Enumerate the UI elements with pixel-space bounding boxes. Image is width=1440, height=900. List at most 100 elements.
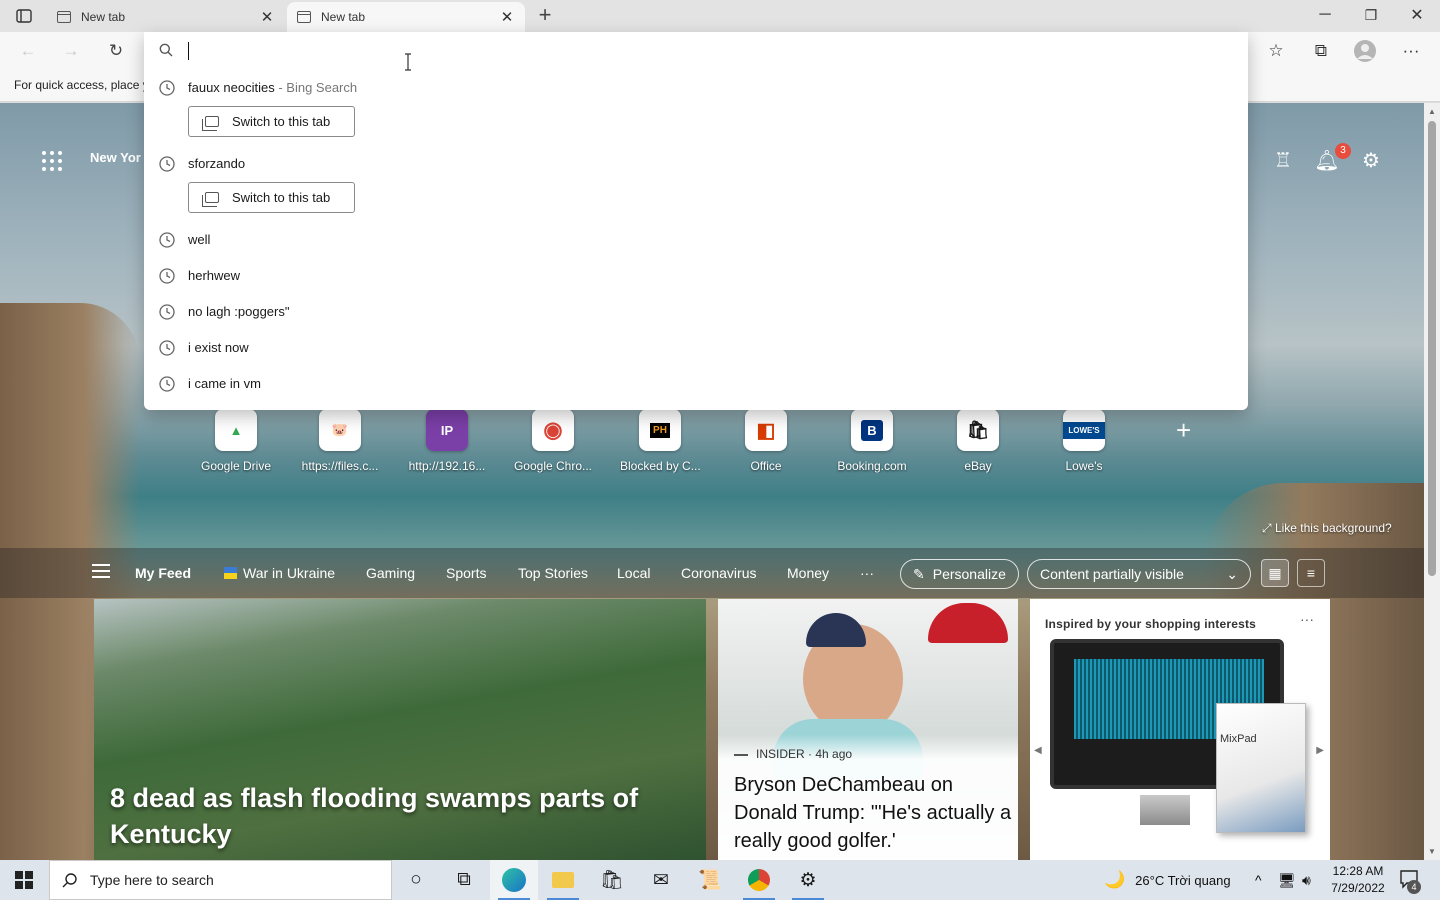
favorites-button[interactable]: ☆ [1263,39,1289,63]
tab-new-tab-1[interactable]: New tab ✕ [47,2,285,32]
tray-overflow-icon[interactable]: ^ [1255,860,1262,900]
rewards-icon[interactable]: ♖ [1270,147,1296,173]
scroll-down-icon[interactable]: ▼ [1428,847,1436,856]
tab-strip: New tab ✕ New tab ✕ + ─ ❐ ✕ [0,0,1440,32]
mail-icon[interactable]: ✉ [637,860,685,900]
quick-link-label: eBay [964,459,992,473]
carousel-next-icon[interactable]: ▶ [1316,745,1324,756]
feed-tab-my-feed[interactable]: My Feed [135,565,191,581]
carousel-prev-icon[interactable]: ◀ [1034,745,1042,756]
clock-date: 7/29/2022 [1331,881,1385,895]
suggestion-item[interactable]: i came in vm [144,366,1248,402]
suggestion-text: i came in vm [188,376,261,391]
product-box [1216,703,1306,833]
feed-tab-gaming[interactable]: Gaming [366,565,415,581]
suggestion-item[interactable]: herhwew [144,258,1248,294]
tab-actions-button[interactable] [8,4,40,28]
weather-widget[interactable]: 🌙 26°C Trời quang [1104,860,1231,900]
app-icon[interactable]: 📜 [686,860,734,900]
suggestion-item[interactable]: well [144,222,1248,258]
suggestion-item[interactable]: i exist now [144,330,1248,366]
tab-close-icon[interactable]: ✕ [259,8,275,26]
list-view-icon[interactable]: ≡ [1297,559,1325,587]
page-scrollbar[interactable]: ▲ ▼ [1424,103,1440,860]
quick-link-label: Blocked by C... [620,459,700,473]
edge-taskbar-icon[interactable] [490,860,538,900]
quick-link-office[interactable]: ◧ Office [726,409,806,473]
back-button[interactable]: ← [15,39,41,63]
quick-link-booking[interactable]: B Booking.com [832,409,912,473]
feed-menu-icon[interactable] [92,564,110,578]
quick-link-ip[interactable]: IP http://192.16... [407,409,487,473]
personalize-button[interactable]: ✎ Personalize [900,559,1019,589]
task-view-icon[interactable]: ⧉ [440,860,488,900]
quick-link-files[interactable]: 🐷 https://files.c... [300,409,380,473]
like-background-link[interactable]: ⤢ Like this background? [1262,521,1392,536]
scroll-up-icon[interactable]: ▲ [1428,107,1436,116]
quick-link-lowes[interactable]: LOWE'S Lowe's [1044,409,1124,473]
product-brand: MixPad [1220,733,1257,745]
feed-tab-top-stories[interactable]: Top Stories [518,565,588,581]
new-tab-button[interactable]: + [534,4,556,28]
switch-to-tab-button[interactable]: Switch to this tab [188,182,355,213]
windows-taskbar: Type here to search ○ ⧉ 🛍 ✉ 📜 ⚙ 🌙 26°C Tr… [0,860,1440,900]
app-launcher-icon[interactable] [42,151,62,171]
suggestion-item[interactable]: sforzando [144,146,1248,182]
settings-more-button[interactable]: ··· [1398,39,1424,63]
settings-gear-icon[interactable]: ⚙ [784,860,832,900]
feed-tab-sports[interactable]: Sports [446,565,486,581]
quick-link-google-chrome[interactable]: ◉ Google Chro... [513,409,593,473]
microsoft-store-icon[interactable]: 🛍 [588,860,636,900]
quick-link-blocked[interactable]: PH Blocked by C... [620,409,700,473]
forward-button[interactable]: → [58,39,84,63]
address-bar-input[interactable] [188,38,1228,64]
add-quick-link-icon[interactable]: + [1176,415,1191,446]
minimize-button[interactable]: ─ [1302,0,1348,30]
content-visibility-dropdown[interactable]: Content partially visible ⌄ [1027,559,1251,589]
switch-to-tab-button[interactable]: Switch to this tab [188,106,355,137]
file-explorer-icon[interactable] [539,860,587,900]
news-card-insider[interactable]: INSIDER · 4h ago Bryson DeChambeau on Do… [718,599,1018,860]
collections-button[interactable]: ⧉ [1308,39,1334,63]
tab-close-icon[interactable]: ✕ [499,8,515,26]
quick-link-ebay[interactable]: 🛍 eBay [938,409,1018,473]
news-image [928,603,1008,643]
feed-tab-coronavirus[interactable]: Coronavirus [681,565,756,581]
scroll-thumb[interactable] [1428,121,1436,576]
history-icon [159,156,175,172]
feed-tab-war-in-ukraine[interactable]: War in Ukraine [224,565,335,581]
refresh-button[interactable]: ↻ [103,39,129,63]
restore-button[interactable]: ❐ [1348,0,1394,30]
feed-tab-money[interactable]: Money [787,565,829,581]
close-window-button[interactable]: ✕ [1394,0,1440,30]
profile-button[interactable] [1352,39,1378,63]
ukraine-flag-icon [224,567,237,579]
news-card-main[interactable]: 8 dead as flash flooding swamps parts of… [94,599,706,860]
network-icon[interactable]: 🖥 [1278,860,1296,900]
grid-view-icon[interactable]: ▦ [1261,559,1289,587]
favorites-bar-hint: For quick access, place y [14,78,149,92]
search-icon [62,873,77,888]
news-image [806,613,866,647]
ad-more-button[interactable]: ··· [1300,611,1314,627]
feed-more-button[interactable]: ··· [860,565,874,581]
feed-tab-local[interactable]: Local [617,565,650,581]
weather-location[interactable]: New Yor [90,150,141,165]
page-settings-gear-icon[interactable]: ⚙ [1358,147,1384,173]
cortana-icon[interactable]: ○ [392,860,440,900]
text-caret [188,42,189,60]
start-button[interactable] [0,860,48,900]
switch-to-tab-label: Switch to this tab [232,114,331,129]
ip-icon: IP [426,409,468,451]
suggestion-item[interactable]: no lagh :poggers" [144,294,1248,330]
tab-new-tab-2[interactable]: New tab ✕ [287,2,525,32]
google-drive-icon: ▲ [215,409,257,451]
suggestion-item[interactable]: fauux neocities - Bing Search [144,70,1248,106]
volume-icon[interactable]: 🔊︎ [1302,860,1311,900]
taskbar-search-box[interactable]: Type here to search [49,860,392,900]
system-clock[interactable]: 12:28 AM 7/29/2022 [1330,863,1386,897]
chrome-taskbar-icon[interactable] [735,860,783,900]
quick-link-google-drive[interactable]: ▲ Google Drive [196,409,276,473]
shopping-ad-card[interactable]: Inspired by your shopping interests ··· … [1030,599,1330,860]
switch-tab-icon [202,192,219,207]
